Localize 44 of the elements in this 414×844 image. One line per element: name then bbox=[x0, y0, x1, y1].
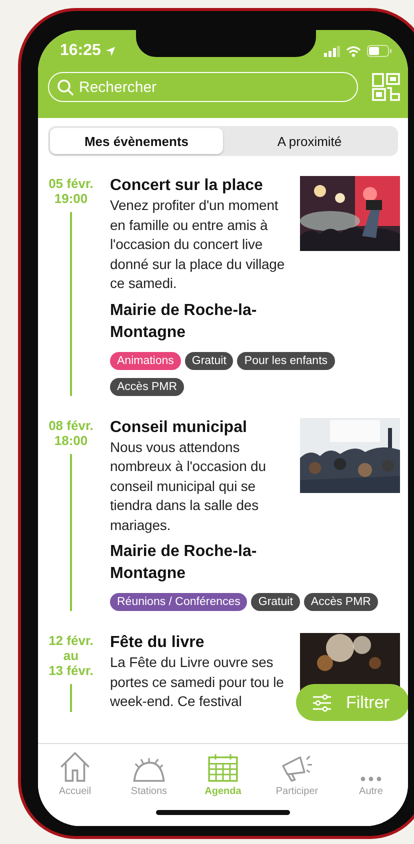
segment-tab[interactable]: Mes évènements bbox=[50, 128, 223, 154]
tab-bar-item[interactable]: Accueil bbox=[38, 744, 112, 804]
filter-button[interactable]: Filtrer bbox=[296, 684, 408, 721]
location-arrow-icon bbox=[104, 46, 116, 56]
event-tag: Accès PMR bbox=[110, 378, 184, 396]
tab-bar-item[interactable]: Stations bbox=[112, 744, 186, 804]
search-icon bbox=[57, 79, 74, 96]
event-organizer: Mairie de Roche-la-Montagne bbox=[110, 300, 258, 342]
event-organizer: Mairie de Roche-la-Montagne bbox=[110, 542, 258, 584]
event-tag: Animations bbox=[110, 352, 181, 370]
hedgehog-icon bbox=[133, 756, 165, 782]
event-tag: Gratuit bbox=[184, 352, 234, 370]
event-description: Venez profiter d'un moment en famille ou entre amis à l'occasion du concert live donné sur la place du village ce samedi. bbox=[110, 196, 286, 293]
event-time: 18:00 bbox=[54, 432, 88, 448]
signal-icon bbox=[324, 46, 340, 56]
event-description: La Fête du Livre ouvre ses portes ce samedi pour tou le week-end. Ce festival bbox=[110, 653, 285, 711]
event-date: 05 févr. bbox=[48, 176, 94, 191]
event-title[interactable]: Conseil municipal bbox=[110, 418, 247, 436]
tab-bar-item[interactable]: Agenda bbox=[186, 744, 260, 804]
event-tag: Accès PMR bbox=[304, 593, 378, 611]
event-end-date: 13 févr. bbox=[48, 663, 94, 678]
date-joiner: au bbox=[63, 648, 79, 663]
more-icon bbox=[360, 776, 382, 782]
tab-bar-item[interactable]: Autre bbox=[334, 744, 408, 804]
event-date: 12 févr. bbox=[48, 633, 94, 648]
house-icon bbox=[60, 752, 90, 782]
event-description: Nous vous attendons nombreux à l'occasion du conseil municipal qui se tiendra dans la salle des mariages. bbox=[110, 438, 267, 535]
event-tag: Réunions / Conférences bbox=[110, 593, 248, 611]
qr-code-icon[interactable] bbox=[372, 73, 400, 101]
event-title[interactable]: Concert sur la place bbox=[110, 176, 263, 195]
status-time: 16:25 bbox=[60, 42, 101, 60]
tab-bar-item[interactable]: Participer bbox=[260, 744, 334, 804]
megaphone-icon bbox=[282, 754, 312, 782]
calendar-icon bbox=[208, 752, 238, 782]
event-tag: Pour les enfants bbox=[237, 352, 335, 370]
battery-icon bbox=[367, 45, 392, 57]
event-date: 08 févr. bbox=[48, 418, 94, 432]
event-title[interactable]: Fête du livre bbox=[110, 633, 204, 652]
segment-tab[interactable]: A proximité bbox=[223, 128, 396, 154]
event-tag: Gratuit bbox=[251, 593, 300, 611]
search-field[interactable]: Rechercher bbox=[48, 72, 358, 102]
sliders-icon bbox=[312, 694, 332, 712]
wifi-icon bbox=[346, 46, 361, 56]
event-time: 19:00 bbox=[54, 191, 88, 206]
